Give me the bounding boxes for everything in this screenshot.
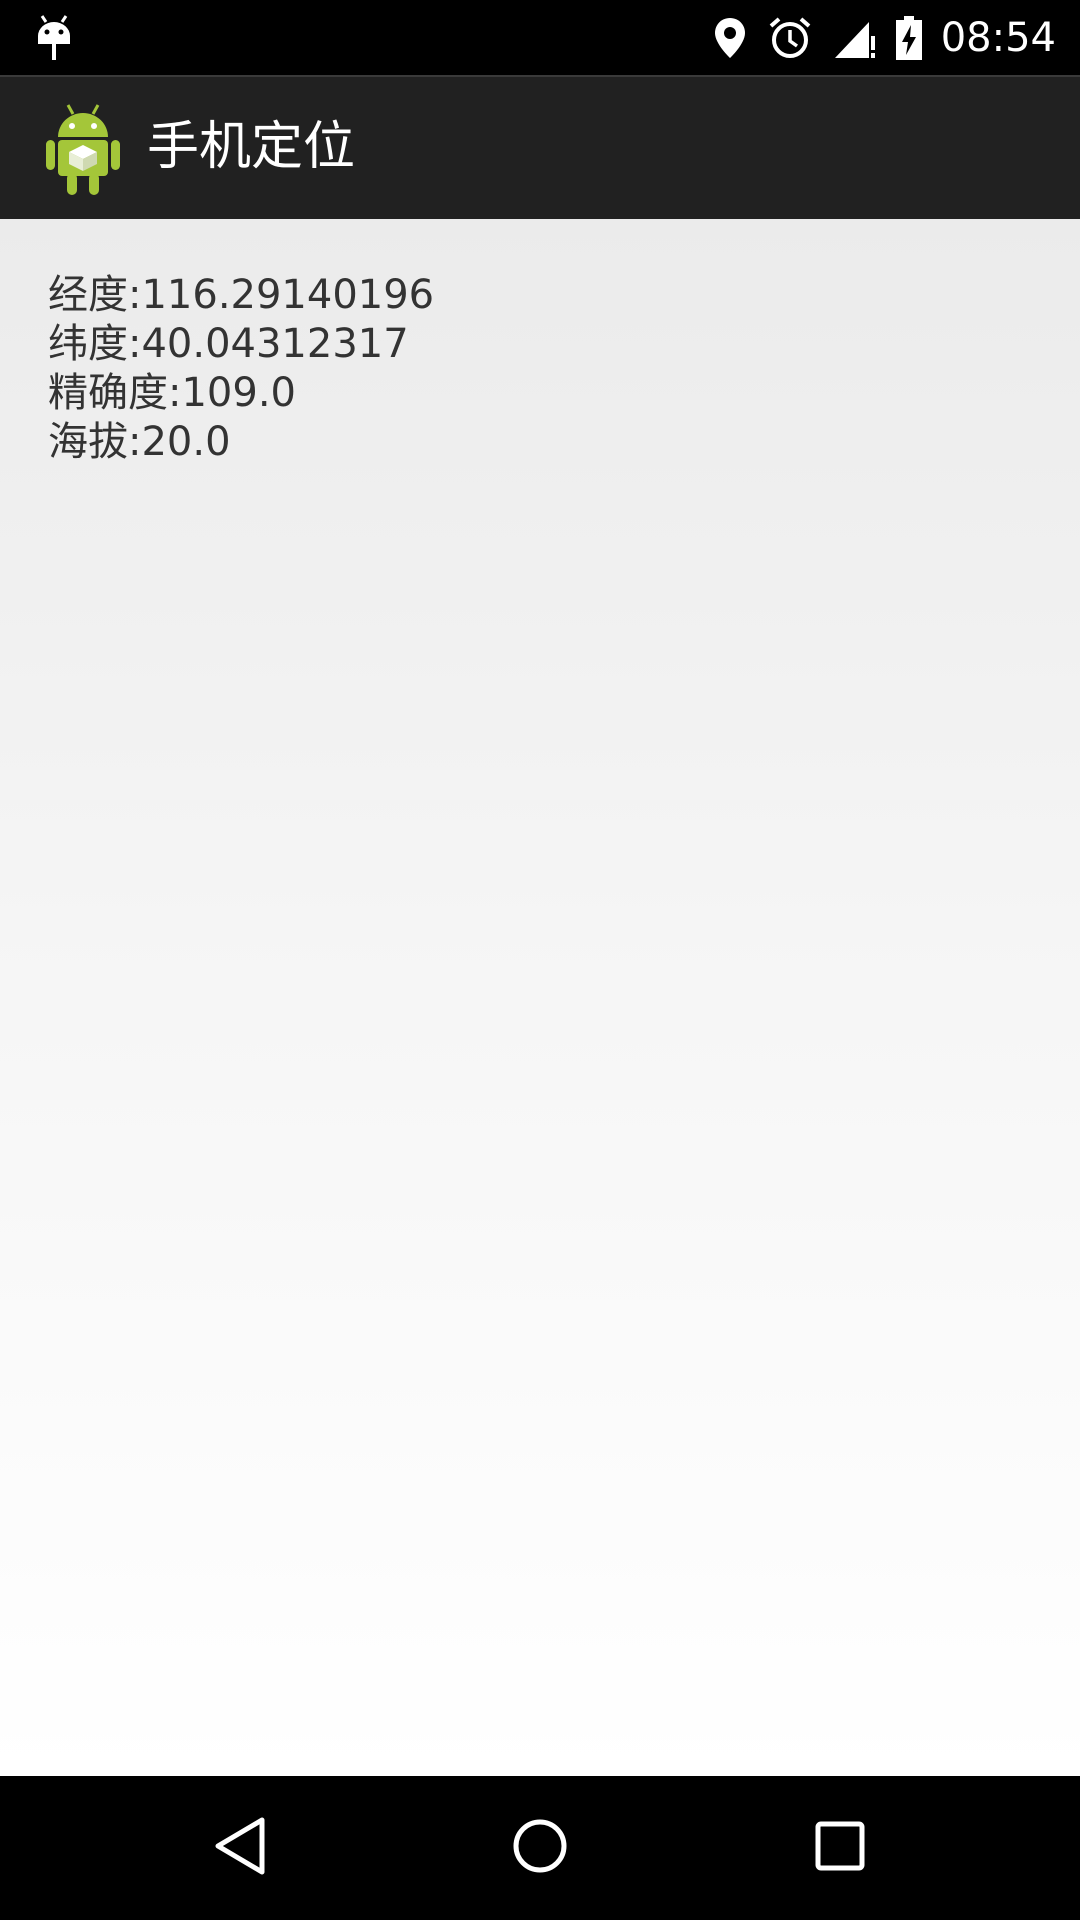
location-pin-icon [713, 16, 747, 60]
accuracy-text: 精确度:109.0 [48, 370, 296, 416]
altitude-text: 海拔:20.0 [48, 419, 231, 465]
back-icon [212, 1816, 268, 1880]
home-icon [512, 1818, 568, 1878]
latitude-text: 纬度:40.04312317 [48, 321, 409, 367]
main-content: 经度:116.29140196 纬度:40.04312317 精确度:109.0… [0, 219, 1080, 1776]
recents-button[interactable] [760, 1776, 920, 1920]
navigation-bar [0, 1776, 1080, 1920]
recents-icon [814, 1820, 866, 1876]
status-time: 08:54 [940, 14, 1056, 61]
status-icons: 08:54 [713, 0, 1056, 75]
battery-charging-icon [895, 15, 923, 61]
android-debug-icon [34, 14, 74, 62]
app-title: 手机定位 [147, 117, 356, 177]
action-bar: 手机定位 [0, 75, 1080, 219]
status-bar: 08:54 [0, 0, 1080, 75]
longitude-text: 经度:116.29140196 [48, 272, 435, 318]
android-app-icon[interactable] [44, 99, 122, 199]
signal-no-data-icon [833, 16, 877, 60]
alarm-clock-icon [767, 16, 813, 60]
home-button[interactable] [460, 1776, 620, 1920]
back-button[interactable] [160, 1776, 320, 1920]
location-info: 经度:116.29140196 纬度:40.04312317 精确度:109.0… [48, 271, 434, 467]
